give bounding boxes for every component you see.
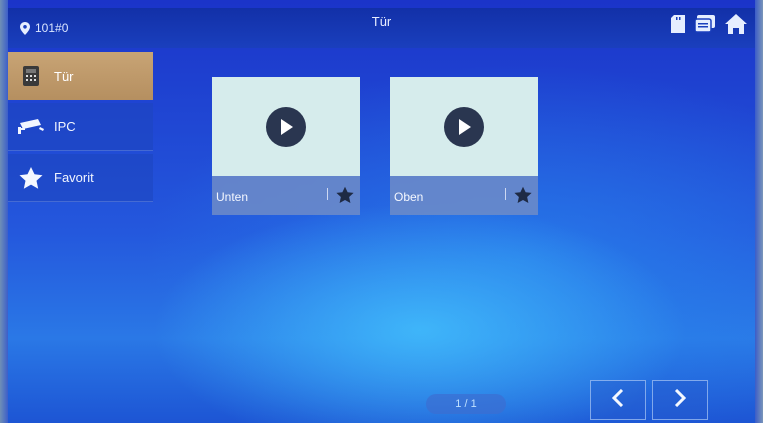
star-icon[interactable]: [336, 186, 354, 204]
sidebar-item-label: Favorit: [54, 170, 94, 185]
sidebar-item-tur[interactable]: Tür: [8, 52, 153, 100]
device-thumbnail[interactable]: [390, 77, 538, 176]
device-thumbnail[interactable]: [212, 77, 360, 176]
bezel-right: [755, 0, 763, 423]
device-tile-unten[interactable]: Unten: [212, 77, 360, 215]
chevron-left-icon: [611, 388, 624, 412]
top-bar: 101#0 Tür: [8, 8, 755, 48]
chevron-right-icon: [674, 388, 687, 412]
sidebar-item-label: IPC: [54, 119, 76, 134]
play-icon[interactable]: [444, 106, 484, 147]
star-icon[interactable]: [514, 186, 532, 204]
page-title: Tür: [371, 14, 392, 29]
device-caption: Unten: [212, 176, 360, 215]
play-icon[interactable]: [266, 106, 306, 147]
divider: [327, 188, 328, 200]
device-name: Oben: [394, 190, 424, 204]
home-icon[interactable]: [725, 14, 747, 39]
next-page-button[interactable]: [652, 380, 708, 420]
bezel-left: [0, 0, 8, 423]
device-name: Unten: [216, 190, 249, 204]
sidebar-item-ipc[interactable]: IPC: [8, 103, 153, 151]
star-icon: [18, 166, 44, 189]
divider: [505, 188, 506, 200]
prev-page-button[interactable]: [590, 380, 646, 420]
page-indicator: 1 / 1: [426, 394, 506, 414]
message-icon[interactable]: [694, 15, 715, 38]
sd-card-icon[interactable]: [671, 15, 685, 38]
device-caption: Oben: [390, 176, 538, 215]
sidebar: Tür IPC Favorit: [8, 52, 153, 205]
sidebar-item-favorit[interactable]: Favorit: [8, 154, 153, 202]
door-station-icon: [18, 65, 44, 87]
camera-icon: [18, 116, 44, 138]
device-tile-oben[interactable]: Oben: [390, 77, 538, 215]
sidebar-item-label: Tür: [54, 68, 74, 84]
